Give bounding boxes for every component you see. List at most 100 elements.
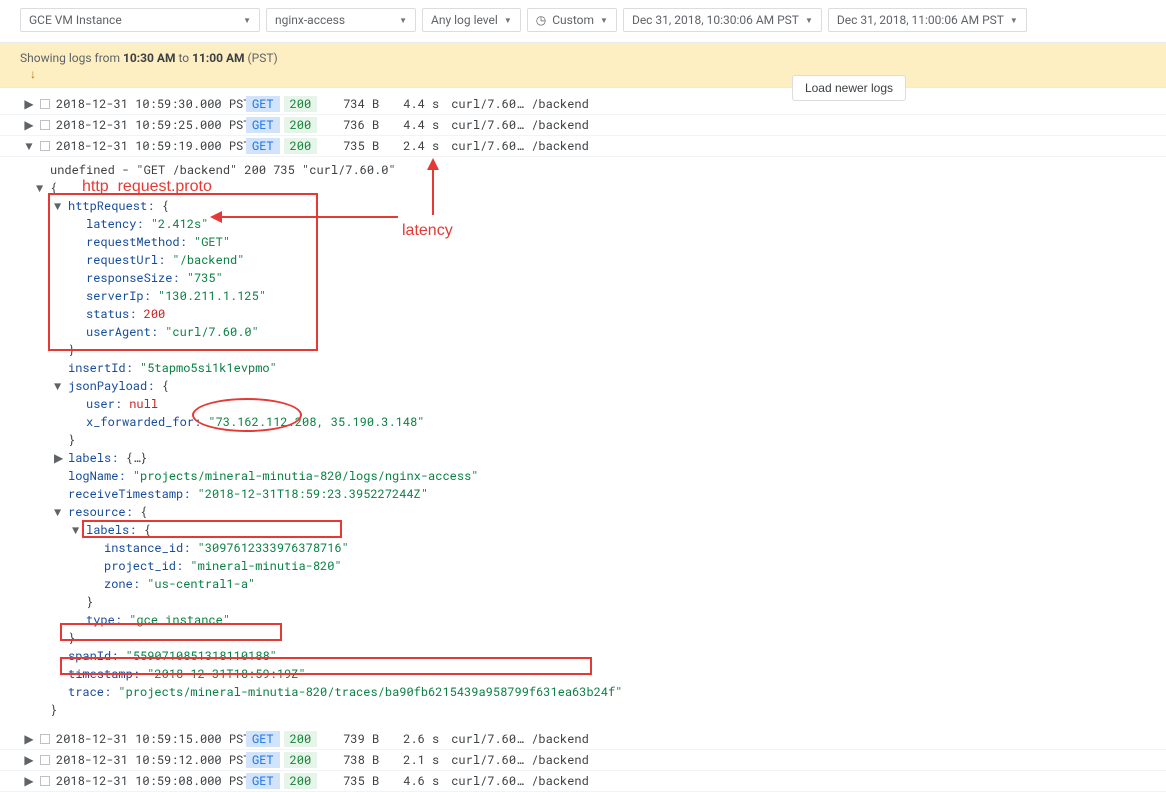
row-method: GET xyxy=(246,731,280,747)
row-status: 200 xyxy=(284,117,318,133)
row-latency: 4.4 s xyxy=(391,96,451,112)
row-ua: curl/7.60… xyxy=(451,731,531,747)
log-detail: undefined - "GET /backend" 200 735 "curl… xyxy=(0,157,1166,723)
banner-tz: (PST) xyxy=(245,51,278,65)
row-size: 734 B xyxy=(321,96,391,112)
row-latency: 4.4 s xyxy=(391,117,451,133)
row-method: GET xyxy=(246,773,280,789)
select-box[interactable] xyxy=(40,120,50,130)
row-size: 735 B xyxy=(321,138,391,154)
select-box[interactable] xyxy=(40,99,50,109)
row-ts: 2018-12-31 10:59:25.000 PST xyxy=(56,117,246,133)
toggle-icon[interactable]: ▼ xyxy=(54,503,68,521)
end-time-dropdown[interactable]: Dec 31, 2018, 11:00:06 AM PST ▼ xyxy=(828,8,1027,32)
toggle-icon[interactable]: ▼ xyxy=(54,377,68,395)
log-row[interactable]: ▶ 2018-12-31 10:59:08.000 PST GET 200 73… xyxy=(0,771,1166,792)
start-time-dropdown[interactable]: Dec 31, 2018, 10:30:06 AM PST ▼ xyxy=(623,8,822,32)
annotation-box xyxy=(60,657,592,675)
banner-prefix: Showing logs from xyxy=(20,51,123,65)
banner-end: 11:00 AM xyxy=(192,51,244,65)
log-row[interactable]: ▶ 2018-12-31 10:59:30.000 PST GET 200 73… xyxy=(0,94,1166,115)
row-status: 200 xyxy=(284,138,318,154)
row-path: /backend xyxy=(531,138,589,154)
banner-start: 10:30 AM xyxy=(123,51,175,65)
row-method: GET xyxy=(246,138,280,154)
expand-icon[interactable]: ▶ xyxy=(18,731,40,747)
row-ua: curl/7.60… xyxy=(451,117,531,133)
row-path: /backend xyxy=(531,773,589,789)
chevron-down-icon: ▼ xyxy=(600,16,608,25)
row-status: 200 xyxy=(284,752,318,768)
row-ua: curl/7.60… xyxy=(451,138,531,154)
row-size: 735 B xyxy=(321,773,391,789)
clock-icon: ◷ xyxy=(536,13,546,27)
log-dropdown[interactable]: nginx-access ▼ xyxy=(266,8,416,32)
row-ua: curl/7.60… xyxy=(451,773,531,789)
chevron-down-icon: ▼ xyxy=(805,16,813,25)
expand-icon[interactable]: ▶ xyxy=(18,752,40,768)
annotation-ellipse xyxy=(192,398,302,432)
chevron-down-icon: ▼ xyxy=(504,16,512,25)
log-table: ▶ 2018-12-31 10:59:15.000 PST GET 200 73… xyxy=(0,723,1166,792)
expand-icon[interactable]: ▶ xyxy=(18,117,40,133)
row-path: /backend xyxy=(531,96,589,112)
row-status: 200 xyxy=(284,96,318,112)
log-table: ▶ 2018-12-31 10:59:30.000 PST GET 200 73… xyxy=(0,88,1166,157)
row-ts: 2018-12-31 10:59:30.000 PST xyxy=(56,96,246,112)
end-time-label: Dec 31, 2018, 11:00:06 AM PST xyxy=(837,13,1004,27)
row-status: 200 xyxy=(284,731,318,747)
select-box[interactable] xyxy=(40,141,50,151)
level-dropdown[interactable]: Any log level ▼ xyxy=(422,8,521,32)
select-box[interactable] xyxy=(40,755,50,765)
annotation-box xyxy=(48,193,318,351)
row-latency: 2.4 s xyxy=(391,138,451,154)
row-path: /backend xyxy=(531,117,589,133)
log-row[interactable]: ▼ 2018-12-31 10:59:19.000 PST GET 200 73… xyxy=(0,136,1166,157)
row-ts: 2018-12-31 10:59:15.000 PST xyxy=(56,731,246,747)
log-row[interactable]: ▶ 2018-12-31 10:59:25.000 PST GET 200 73… xyxy=(0,115,1166,136)
range-dropdown[interactable]: ◷ Custom ▼ xyxy=(527,8,617,32)
row-path: /backend xyxy=(531,731,589,747)
row-method: GET xyxy=(246,752,280,768)
expand-icon[interactable]: ▶ xyxy=(18,773,40,789)
load-newer-button[interactable]: Load newer logs xyxy=(792,75,906,101)
row-size: 738 B xyxy=(321,752,391,768)
row-status: 200 xyxy=(284,773,318,789)
range-label: Custom xyxy=(552,13,594,27)
select-box[interactable] xyxy=(40,734,50,744)
row-size: 739 B xyxy=(321,731,391,747)
resource-label: GCE VM Instance xyxy=(29,13,122,27)
row-latency: 2.6 s xyxy=(391,731,451,747)
row-ts: 2018-12-31 10:59:19.000 PST xyxy=(56,138,246,154)
row-ts: 2018-12-31 10:59:08.000 PST xyxy=(56,773,246,789)
jump-down-icon[interactable]: ↓ xyxy=(30,67,36,81)
chevron-down-icon: ▼ xyxy=(243,16,251,25)
annotation-text: latency xyxy=(402,219,453,243)
expand-icon[interactable]: ▶ xyxy=(18,96,40,112)
row-latency: 2.1 s xyxy=(391,752,451,768)
select-box[interactable] xyxy=(40,776,50,786)
chevron-down-icon: ▼ xyxy=(399,16,407,25)
log-row[interactable]: ▶ 2018-12-31 10:59:12.000 PST GET 200 73… xyxy=(0,750,1166,771)
level-label: Any log level xyxy=(431,13,498,27)
annotation-box xyxy=(60,623,282,641)
row-size: 736 B xyxy=(321,117,391,133)
start-time-label: Dec 31, 2018, 10:30:06 AM PST xyxy=(632,13,799,27)
row-latency: 4.6 s xyxy=(391,773,451,789)
detail-summary: undefined - "GET /backend" 200 735 "curl… xyxy=(50,161,1166,179)
annotation-box xyxy=(82,520,342,538)
row-ua: curl/7.60… xyxy=(451,96,531,112)
expand-icon[interactable]: ▼ xyxy=(18,138,40,154)
row-method: GET xyxy=(246,117,280,133)
toggle-icon[interactable]: ▶ xyxy=(54,449,68,467)
log-row[interactable]: ▶ 2018-12-31 10:59:15.000 PST GET 200 73… xyxy=(0,729,1166,750)
annotation-text: http_request.proto xyxy=(82,175,212,199)
row-path: /backend xyxy=(531,752,589,768)
chevron-down-icon: ▼ xyxy=(1010,16,1018,25)
log-label: nginx-access xyxy=(275,13,345,27)
row-ua: curl/7.60… xyxy=(451,752,531,768)
filter-toolbar: GCE VM Instance ▼ nginx-access ▼ Any log… xyxy=(0,0,1166,42)
banner-mid: to xyxy=(175,51,192,65)
resource-dropdown[interactable]: GCE VM Instance ▼ xyxy=(20,8,260,32)
time-banner: Showing logs from 10:30 AM to 11:00 AM (… xyxy=(0,42,1166,88)
